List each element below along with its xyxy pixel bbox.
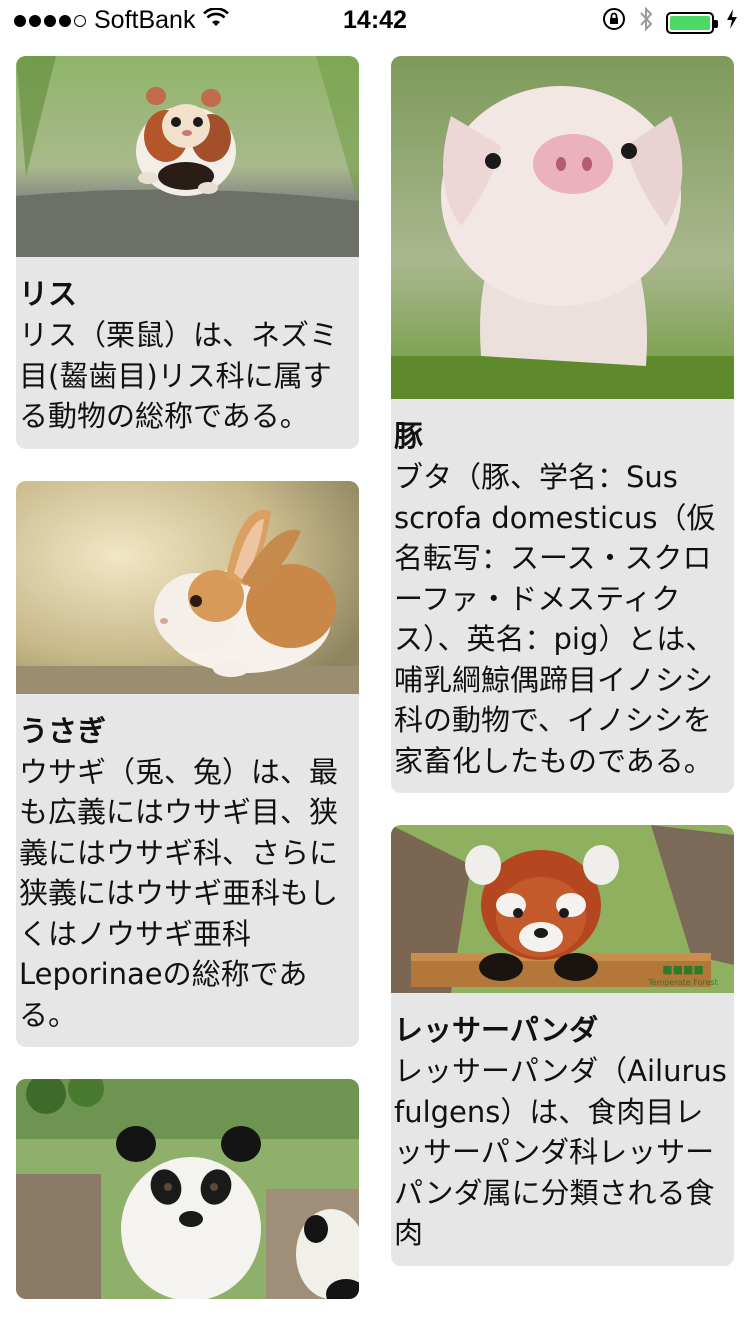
panda-photo — [16, 1079, 359, 1299]
animal-card-squirrel[interactable]: リス リス（栗鼠）は、ネズミ目(齧歯目)リス科に属する動物の総称である。 — [16, 56, 359, 449]
animal-card-red-panda[interactable]: ■■■■ Temperate Forest レッサーパンダ レッサーパンダ（Ai… — [391, 825, 734, 1266]
card-title: うさぎ — [19, 713, 107, 748]
animal-card-rabbit[interactable]: うさぎ ウサギ（兎、兔）は、最も広義にはウサギ目、狭義にはウサギ科、さらに狭義に… — [16, 480, 359, 1047]
card-description: レッサーパンダ（Ailurus fulgens）は、食肉目レッサーパンダ科レッサ… — [394, 1054, 727, 1250]
charging-icon — [726, 8, 738, 37]
card-title: レッサーパンダ — [394, 1013, 599, 1047]
rabbit-photo — [16, 480, 359, 694]
hamster-photo — [16, 56, 359, 257]
card-description: ブタ（豚、学名：Sus scrofa domesticus（仮名転写：スース・ス… — [394, 460, 716, 778]
status-right — [602, 6, 738, 39]
left-column: リス リス（栗鼠）は、ネズミ目(齧歯目)リス科に属する動物の総称である。 うさぎ… — [16, 56, 359, 1331]
battery-icon — [666, 11, 718, 34]
card-description: リス（栗鼠）は、ネズミ目(齧歯目)リス科に属する動物の総称である。 — [19, 318, 339, 433]
pig-photo — [391, 56, 734, 399]
status-bar: SoftBank 14:42 — [0, 0, 750, 40]
animal-card-pig[interactable]: 豚 ブタ（豚、学名：Sus scrofa domesticus（仮名転写：スース… — [391, 56, 734, 793]
card-title: 豚 — [394, 419, 424, 453]
card-title: リス — [19, 277, 78, 311]
svg-text:■■■■: ■■■■ — [662, 963, 704, 976]
bluetooth-icon — [638, 6, 654, 39]
orientation-lock-icon — [602, 7, 626, 38]
card-description: ウサギ（兎、兔）は、最も広義にはウサギ目、狭義にはウサギ科、さらに狭義にはウサギ… — [19, 754, 339, 1032]
red-panda-photo: ■■■■ Temperate Forest — [391, 825, 734, 993]
photo-watermark: Temperate Forest — [647, 978, 718, 987]
animal-card-panda[interactable] — [16, 1079, 359, 1299]
right-column: 豚 ブタ（豚、学名：Sus scrofa domesticus（仮名転写：スース… — [391, 56, 734, 1298]
battery-level — [670, 15, 710, 30]
